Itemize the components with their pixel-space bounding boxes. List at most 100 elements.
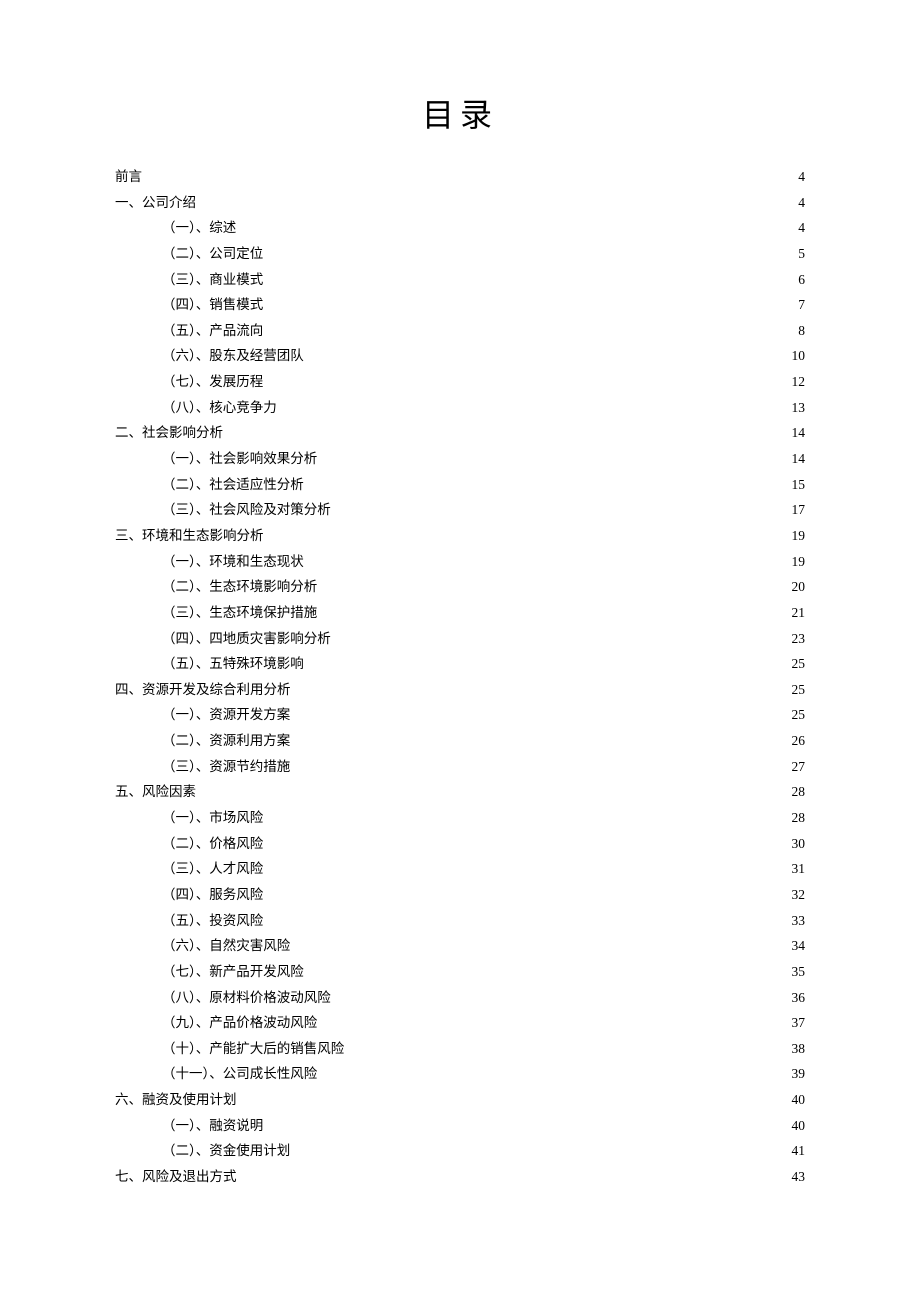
toc-entry-label: （四）、四地质灾害影响分析 xyxy=(162,626,331,652)
toc-entry-label: 六、融资及使用计划 xyxy=(115,1087,237,1113)
toc-entry: （二）、社会适应性分析 15 xyxy=(115,472,805,498)
toc-entry-page: 28 xyxy=(787,779,805,805)
toc-entry-page: 8 xyxy=(787,318,805,344)
toc-leader-dots xyxy=(320,1014,784,1028)
toc-entry: （七）、新产品开发风险35 xyxy=(115,959,805,985)
toc-entry: （三）、社会风险及对策分析 17 xyxy=(115,497,805,523)
toc-entry-page: 6 xyxy=(787,267,805,293)
toc-entry: （九）、产品价格波动风险 37 xyxy=(115,1010,805,1036)
toc-entry-label: （五）、投资风险 xyxy=(162,908,263,934)
toc-leader-dots xyxy=(239,219,784,233)
toc-container: 前言4一、公司介绍4（一）、综述4（二）、公司定位5（三）、商业模式6（四）、销… xyxy=(115,164,805,1190)
toc-entry-page: 34 xyxy=(787,933,805,959)
toc-entry-label: （三）、商业模式 xyxy=(162,267,263,293)
toc-entry: （十一）、公司成长性风险39 xyxy=(115,1061,805,1087)
toc-leader-dots xyxy=(266,860,784,874)
toc-entry-label: （八）、原材料价格波动风险 xyxy=(162,985,331,1011)
toc-entry-page: 15 xyxy=(787,472,805,498)
toc-leader-dots xyxy=(280,398,784,412)
toc-entry-page: 27 xyxy=(787,754,805,780)
toc-entry-page: 4 xyxy=(787,190,805,216)
toc-entry-label: （五）、五特殊环境影响 xyxy=(162,651,304,677)
toc-entry: （一）、综述4 xyxy=(115,215,805,241)
toc-entry-page: 19 xyxy=(787,523,805,549)
toc-entry-page: 31 xyxy=(787,856,805,882)
toc-entry: （三）、生态环境保护措施21 xyxy=(115,600,805,626)
toc-entry-label: （一）、社会影响效果分析 xyxy=(162,446,317,472)
toc-leader-dots xyxy=(226,424,784,438)
toc-entry-label: 一、公司介绍 xyxy=(115,190,196,216)
toc-entry-page: 13 xyxy=(787,395,805,421)
toc-leader-dots xyxy=(320,578,784,592)
toc-entry-label: （七）、发展历程 xyxy=(162,369,263,395)
toc-leader-dots xyxy=(266,1116,784,1130)
toc-entry: （六）、自然灾害风险34 xyxy=(115,933,805,959)
toc-entry: （二）、价格风险30 xyxy=(115,831,805,857)
toc-entry-label: （一）、融资说明 xyxy=(162,1113,263,1139)
toc-leader-dots xyxy=(199,783,784,797)
toc-leader-dots xyxy=(334,629,784,643)
toc-leader-dots xyxy=(266,296,784,310)
toc-entry-page: 36 xyxy=(787,985,805,1011)
toc-entry-page: 43 xyxy=(787,1164,805,1190)
toc-entry-page: 23 xyxy=(787,626,805,652)
toc-entry-label: （四）、销售模式 xyxy=(162,292,263,318)
toc-entry-label: 五、风险因素 xyxy=(115,779,196,805)
toc-entry-page: 19 xyxy=(787,549,805,575)
document-page: 目录 前言4一、公司介绍4（一）、综述4（二）、公司定位5（三）、商业模式6（四… xyxy=(0,0,920,1290)
toc-entry-label: （四）、服务风险 xyxy=(162,882,263,908)
toc-title: 目录 xyxy=(115,90,805,136)
toc-entry: （四）、四地质灾害影响分析 23 xyxy=(115,626,805,652)
toc-leader-dots xyxy=(307,655,784,669)
toc-entry: （一）、环境和生态现状 19 xyxy=(115,549,805,575)
toc-entry-page: 5 xyxy=(787,241,805,267)
toc-entry-page: 14 xyxy=(787,420,805,446)
toc-leader-dots xyxy=(307,475,784,489)
toc-entry-page: 26 xyxy=(787,728,805,754)
toc-entry-page: 25 xyxy=(787,651,805,677)
toc-entry: （二）、生态环境影响分析20 xyxy=(115,574,805,600)
toc-entry-page: 40 xyxy=(787,1087,805,1113)
toc-entry-label: （一）、综述 xyxy=(162,215,236,241)
toc-entry-label: （三）、资源节约措施 xyxy=(162,754,290,780)
toc-entry-label: （九）、产品价格波动风险 xyxy=(162,1010,317,1036)
toc-entry-page: 39 xyxy=(787,1061,805,1087)
toc-entry: （八）、原材料价格波动风险 36 xyxy=(115,985,805,1011)
toc-entry-label: （三）、社会风险及对策分析 xyxy=(162,497,331,523)
toc-leader-dots xyxy=(267,526,785,540)
toc-entry-label: （二）、价格风险 xyxy=(162,831,263,857)
toc-leader-dots xyxy=(266,373,784,387)
toc-leader-dots xyxy=(294,680,785,694)
toc-entry-label: 四、资源开发及综合利用分析 xyxy=(115,677,291,703)
toc-leader-dots xyxy=(307,347,784,361)
toc-entry: （二）、资源利用方案26 xyxy=(115,728,805,754)
toc-leader-dots xyxy=(320,1065,784,1079)
toc-entry: （一）、市场风险28 xyxy=(115,805,805,831)
toc-leader-dots xyxy=(199,193,784,207)
toc-entry: （四）、服务风险32 xyxy=(115,882,805,908)
toc-entry-label: （一）、资源开发方案 xyxy=(162,702,290,728)
toc-entry-page: 17 xyxy=(787,497,805,523)
toc-entry-page: 4 xyxy=(787,164,805,190)
toc-entry-label: （一）、环境和生态现状 xyxy=(162,549,304,575)
toc-entry-page: 21 xyxy=(787,600,805,626)
toc-entry: （十）、产能扩大后的销售风险38 xyxy=(115,1036,805,1062)
toc-entry-label: （五）、产品流向 xyxy=(162,318,263,344)
toc-leader-dots xyxy=(334,988,784,1002)
toc-leader-dots xyxy=(293,937,784,951)
toc-entry: 五、风险因素 28 xyxy=(115,779,805,805)
toc-entry-page: 37 xyxy=(787,1010,805,1036)
toc-entry-label: （二）、资金使用计划 xyxy=(162,1138,290,1164)
toc-leader-dots xyxy=(293,757,784,771)
toc-entry-label: （一）、市场风险 xyxy=(162,805,263,831)
toc-entry-page: 25 xyxy=(787,677,805,703)
toc-entry: （一）、资源开发方案25 xyxy=(115,702,805,728)
toc-leader-dots xyxy=(145,168,784,182)
toc-entry-label: （八）、核心竞争力 xyxy=(162,395,277,421)
toc-entry-label: 七、风险及退出方式 xyxy=(115,1164,237,1190)
toc-entry: 六、融资及使用计划 40 xyxy=(115,1087,805,1113)
toc-entry: （一）、社会影响效果分析14 xyxy=(115,446,805,472)
toc-entry: （二）、公司定位5 xyxy=(115,241,805,267)
toc-entry-label: （二）、社会适应性分析 xyxy=(162,472,304,498)
toc-entry: 七、风险及退出方式 43 xyxy=(115,1164,805,1190)
